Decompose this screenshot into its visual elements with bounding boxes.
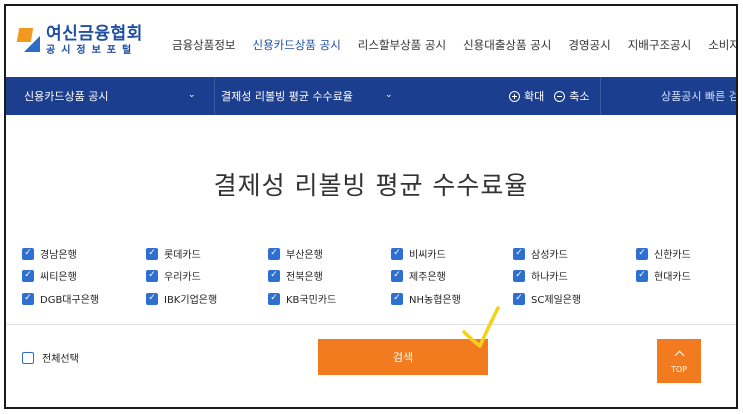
category-select[interactable]: 신용카드상품 공시 ⌄ <box>24 77 204 115</box>
logo-subtitle: 공시정보포털 <box>46 45 138 56</box>
zoom-out-label: 축소 <box>569 90 590 103</box>
top-label: TOP <box>670 365 687 374</box>
checked-icon <box>636 247 648 260</box>
chevron-down-icon: ⌄ <box>188 90 196 100</box>
nav-item-governance[interactable]: 지배구조공시 <box>628 37 691 53</box>
nav-item-lease[interactable]: 리스할부상품 공시 <box>358 37 446 53</box>
logo-title: 여신금융협회 <box>46 24 143 44</box>
nav-item-product-info[interactable]: 금융상품정보 <box>172 37 235 53</box>
checkbox-item[interactable]: 현대카드 <box>636 268 691 283</box>
quick-search-label: 상품공시 빠른 검 <box>661 90 738 103</box>
checked-icon <box>513 292 525 305</box>
checkbox-item[interactable]: 부산은행 <box>268 246 323 261</box>
checked-icon <box>146 247 158 260</box>
sub-navigation-bar: 신용카드상품 공시 ⌄ 결제성 리볼빙 평균 수수료율 ⌄ 확대 축소 상품공시… <box>6 77 736 115</box>
checked-icon <box>513 269 525 282</box>
chevron-down-icon: ⌄ <box>385 90 393 100</box>
checkbox-item[interactable]: 제주은행 <box>391 268 446 283</box>
checkbox-item[interactable]: 비씨카드 <box>391 246 446 261</box>
checkbox-item[interactable]: 하나카드 <box>513 268 568 283</box>
checked-icon <box>146 292 158 305</box>
zoom-out-button[interactable]: 축소 <box>554 88 590 104</box>
checked-icon <box>513 247 525 260</box>
checkbox-item[interactable]: KB국민카드 <box>268 291 336 306</box>
checkbox-item[interactable]: DGB대구은행 <box>22 291 99 306</box>
section-divider <box>6 324 736 325</box>
zoom-controls: 확대 축소 <box>509 77 600 115</box>
page-title: 결제성 리볼빙 평균 수수료율 <box>213 171 529 200</box>
site-logo[interactable]: 여신금융협회 공시정보포털 <box>16 24 143 56</box>
check-annotation-icon <box>462 306 500 348</box>
nav-item-credit-loan[interactable]: 신용대출상품 공시 <box>463 37 551 53</box>
select-all-checkbox[interactable]: 전체선택 <box>22 350 79 365</box>
checkbox-item[interactable]: 삼성카드 <box>513 246 568 261</box>
page-frame: 여신금융협회 공시정보포털 금융상품정보 신용카드상품 공시 리스할부상품 공시… <box>4 4 738 409</box>
checkbox-item[interactable]: NH농협은행 <box>391 291 461 306</box>
category-select-label: 신용카드상품 공시 <box>24 90 109 103</box>
main-nav: 금융상품정보 신용카드상품 공시 리스할부상품 공시 신용대출상품 공시 경영공… <box>172 37 736 53</box>
checked-icon <box>268 292 280 305</box>
quick-search-link[interactable]: 상품공시 빠른 검 <box>600 77 738 115</box>
checked-icon <box>22 292 34 305</box>
subcategory-select-label: 결제성 리볼빙 평균 수수료율 <box>221 90 353 103</box>
checkbox-item[interactable]: 우리카드 <box>146 268 201 283</box>
unchecked-icon <box>22 351 34 364</box>
nav-item-management[interactable]: 경영공시 <box>568 37 610 53</box>
zoom-in-button[interactable]: 확대 <box>509 88 544 104</box>
checkbox-item[interactable]: 씨티은행 <box>22 268 77 283</box>
scroll-top-button[interactable]: TOP <box>657 339 701 383</box>
logo-mark-icon <box>16 28 40 54</box>
checked-icon <box>391 292 403 305</box>
checkbox-item[interactable]: 신한카드 <box>636 246 691 261</box>
checkbox-item[interactable]: 롯데카드 <box>146 246 201 261</box>
checked-icon <box>636 269 648 282</box>
nav-item-consumer[interactable]: 소비자공시 <box>708 37 736 53</box>
site-header: 여신금융협회 공시정보포털 금융상품정보 신용카드상품 공시 리스할부상품 공시… <box>6 6 736 76</box>
zoom-out-icon <box>554 90 566 102</box>
checkbox-item[interactable]: 전북은행 <box>268 268 323 283</box>
nav-item-credit-card[interactable]: 신용카드상품 공시 <box>252 37 340 53</box>
checked-icon <box>22 269 34 282</box>
subcategory-select[interactable]: 결제성 리볼빙 평균 수수료율 ⌄ <box>214 77 404 115</box>
checkbox-item[interactable]: 경남은행 <box>22 246 77 261</box>
checkbox-item[interactable]: IBK기업은행 <box>146 291 217 306</box>
checkbox-item[interactable]: SC제일은행 <box>513 291 581 306</box>
checked-icon <box>268 247 280 260</box>
checked-icon <box>391 269 403 282</box>
checked-icon <box>146 269 158 282</box>
checked-icon <box>268 269 280 282</box>
checked-icon <box>22 247 34 260</box>
select-all-label: 전체선택 <box>42 354 79 365</box>
search-button-label: 검색 <box>392 351 414 364</box>
chevron-up-icon <box>674 350 684 361</box>
checked-icon <box>391 247 403 260</box>
zoom-in-icon <box>509 90 520 102</box>
zoom-in-label: 확대 <box>524 90 545 103</box>
